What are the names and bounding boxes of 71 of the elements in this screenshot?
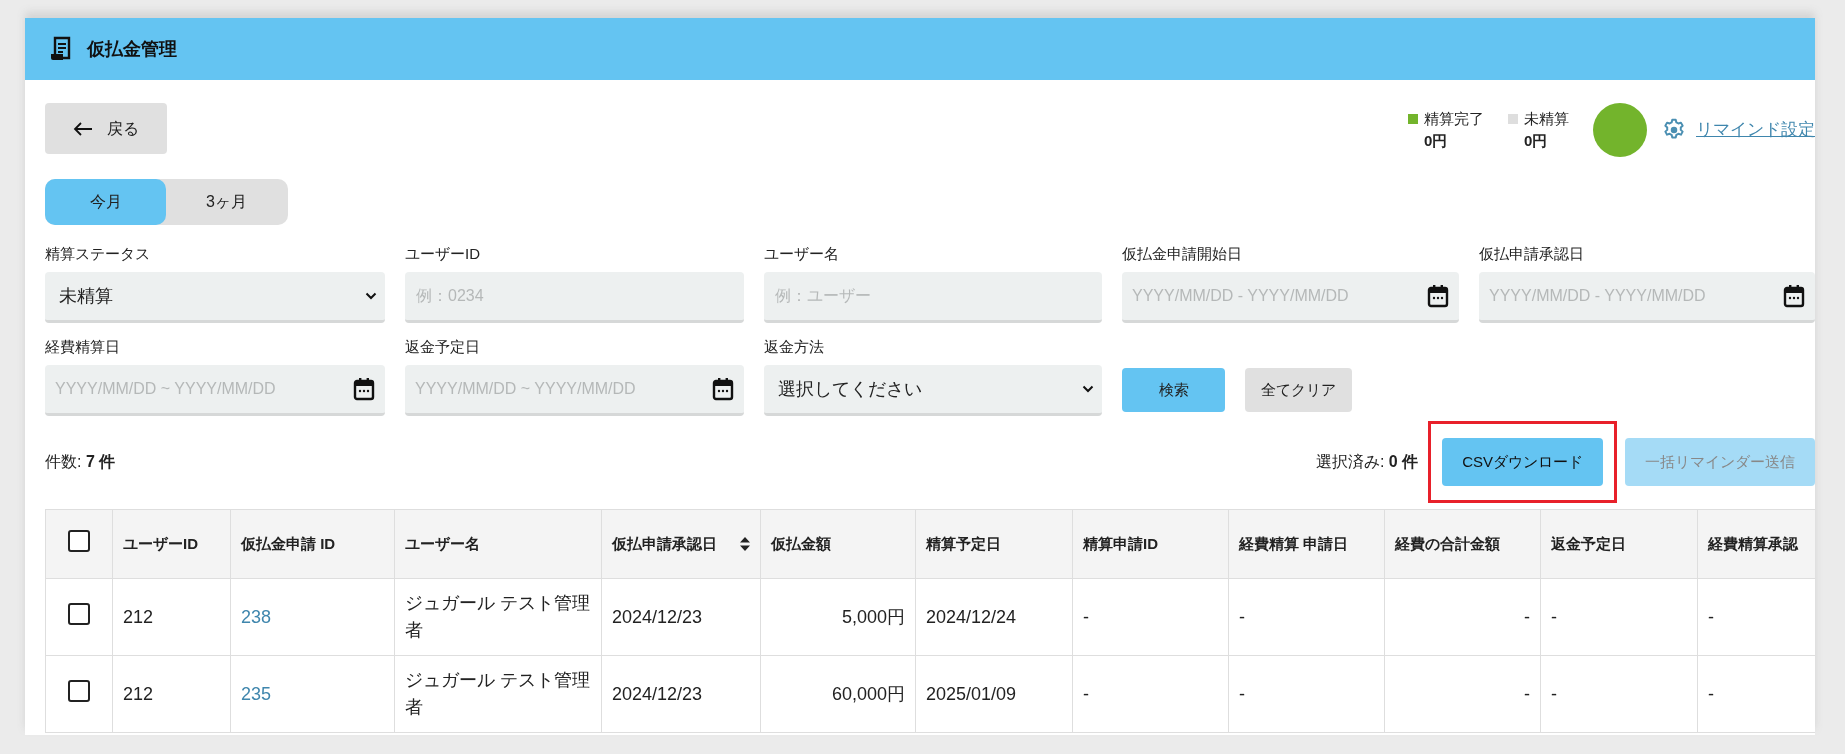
- calendar-icon[interactable]: [353, 377, 375, 401]
- checkbox[interactable]: [68, 529, 90, 552]
- legend-amount: 0円: [1523, 131, 1549, 151]
- field-label: ユーザー名: [764, 244, 840, 264]
- column-header: 精算予定日: [926, 534, 1001, 554]
- column-header: 返金予定日: [1551, 534, 1626, 554]
- column-header: ユーザー名: [405, 534, 480, 554]
- selected-count: 選択済み: 0 件: [1315, 452, 1419, 472]
- chevron-down-icon: [1082, 385, 1094, 393]
- column-header: 経費の合計金額: [1395, 534, 1500, 554]
- column-header: 仮払申請承認日: [612, 534, 717, 554]
- legend-label: 精算完了: [1424, 108, 1484, 129]
- back-button[interactable]: 戻る: [45, 103, 167, 154]
- pie-chart: [1593, 103, 1647, 157]
- column-header: 仮払金申請 ID: [241, 534, 336, 554]
- field-label: 仮払金申請開始日: [1122, 244, 1243, 264]
- receipt-icon: [49, 36, 71, 62]
- table-cell: -: [1551, 606, 1557, 627]
- field-label: 精算ステータス: [45, 244, 151, 264]
- table-cell: 212: [123, 606, 154, 627]
- table-cell: 2024/12/23: [612, 606, 703, 627]
- arrow-left-icon: [73, 121, 93, 136]
- table-cell: 2024/12/23: [612, 683, 703, 704]
- search-button[interactable]: 検索: [1122, 368, 1225, 412]
- calendar-icon[interactable]: [712, 377, 734, 401]
- request-link[interactable]: 235: [241, 683, 272, 704]
- table-cell: 2025/01/09: [926, 683, 1017, 704]
- table-cell: -: [1708, 606, 1714, 627]
- remind-settings-link[interactable]: リマインド設定: [1696, 117, 1815, 143]
- period-tab[interactable]: 今月: [45, 179, 166, 225]
- table-cell: -: [1083, 606, 1089, 627]
- select-field[interactable]: 選択してください: [764, 365, 1102, 416]
- select-field[interactable]: 未精算: [45, 272, 385, 323]
- table-cell: 60,000円: [831, 683, 905, 704]
- table-cell: 5,000円: [841, 606, 905, 627]
- table-cell: -: [1524, 683, 1530, 704]
- field-label: 仮払申請承認日: [1479, 244, 1585, 264]
- legend-amount: 0円: [1423, 131, 1449, 151]
- period-tab[interactable]: 3ヶ月: [166, 179, 287, 225]
- calendar-icon[interactable]: [1427, 284, 1449, 308]
- action-button[interactable]: CSVダウンロード: [1442, 438, 1603, 486]
- checkbox[interactable]: [68, 679, 90, 702]
- table-cell: -: [1239, 683, 1245, 704]
- field-label: ユーザーID: [405, 244, 481, 264]
- chevron-down-icon: [365, 292, 377, 300]
- column-header: 経費精算 申請日: [1239, 534, 1349, 554]
- column-header: 経費精算承認: [1708, 534, 1798, 554]
- column-header: 精算申請ID: [1083, 534, 1158, 554]
- table-cell: ジュガール テスト管理者: [405, 670, 590, 717]
- table-cell: 2024/12/24: [926, 606, 1017, 627]
- table-cell: -: [1083, 683, 1089, 704]
- table-cell: 212: [123, 683, 154, 704]
- sort-icon[interactable]: [740, 537, 750, 551]
- field-label: 返金方法: [764, 337, 825, 357]
- column-header: ユーザーID: [123, 534, 198, 554]
- input-field[interactable]: 例：0234: [405, 272, 744, 323]
- table-cell: ジュガール テスト管理者: [405, 593, 590, 640]
- field-label: 返金予定日: [405, 337, 481, 357]
- legend-label: 未精算: [1524, 108, 1569, 129]
- page-title: 仮払金管理: [87, 37, 177, 61]
- clear-button[interactable]: 全てクリア: [1245, 368, 1352, 412]
- table-cell: -: [1239, 606, 1245, 627]
- table-cell: -: [1551, 683, 1557, 704]
- table-cell: -: [1524, 606, 1530, 627]
- table-cell: -: [1708, 683, 1714, 704]
- field-label: 経費精算日: [45, 337, 121, 357]
- column-header: 仮払金額: [771, 534, 831, 554]
- result-count: 件数: 7 件: [45, 452, 116, 472]
- calendar-icon[interactable]: [1783, 284, 1805, 308]
- request-link[interactable]: 238: [241, 606, 272, 627]
- checkbox[interactable]: [68, 602, 90, 625]
